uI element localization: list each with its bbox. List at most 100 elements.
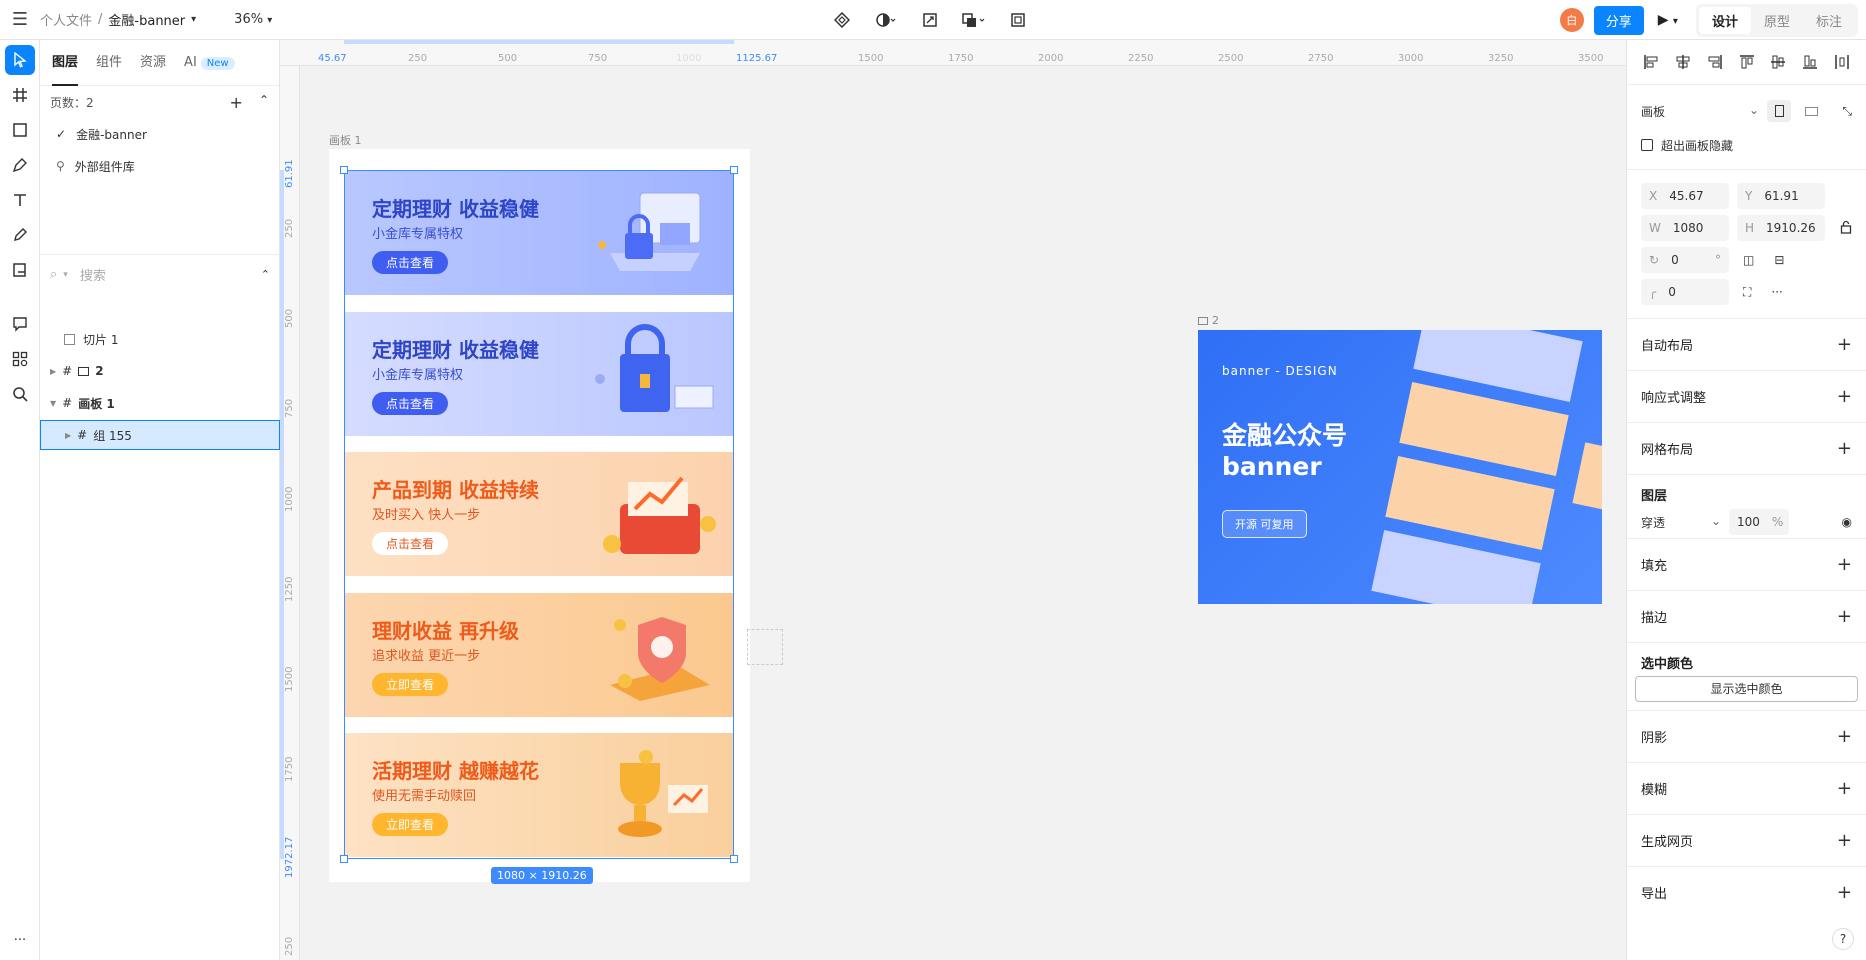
add-icon[interactable]: + xyxy=(1837,554,1852,575)
add-icon[interactable]: + xyxy=(1837,778,1852,799)
frame-tool-icon[interactable] xyxy=(5,80,35,110)
tab-ai[interactable]: AI New xyxy=(184,40,235,86)
frame-type-select[interactable]: 画板 ⌄ xyxy=(1641,103,1759,120)
banner-3[interactable]: 产品到期 收益持续 及时买入 快人一步 点击查看 xyxy=(344,452,734,576)
tab-prototype[interactable]: 原型 xyxy=(1751,7,1803,34)
canvas[interactable]: 45.67 250 500 750 1000 1125.67 1500 1750… xyxy=(280,40,1626,960)
banner-5[interactable]: 活期理财 越赚越花 使用无需手动赎回 立即查看 xyxy=(344,733,734,857)
tab-annotate[interactable]: 标注 xyxy=(1803,7,1855,34)
layer-board1[interactable]: ▼ # 画板 1 xyxy=(40,388,280,418)
hamburger-menu-icon[interactable]: ☰ xyxy=(0,0,40,40)
responsive-section[interactable]: 响应式调整 + xyxy=(1627,370,1866,422)
chevron-down-icon[interactable]: ▾ xyxy=(191,14,196,25)
move-tool-icon[interactable] xyxy=(5,45,35,75)
eye-icon[interactable]: ◉ xyxy=(1842,515,1852,529)
add-icon[interactable]: + xyxy=(1837,438,1852,459)
stroke-section[interactable]: 描边 + xyxy=(1627,590,1866,642)
board2-cover[interactable]: banner - DESIGN 金融公众号 banner 开源 可复用 xyxy=(1198,330,1602,604)
frame-icon[interactable] xyxy=(1004,6,1032,34)
collapse-all-icon[interactable]: ⌃ xyxy=(261,268,270,281)
independent-corners-icon[interactable]: ⛶ xyxy=(1743,285,1751,300)
play-icon[interactable]: ▶ ▾ xyxy=(1658,12,1678,28)
more-options-icon[interactable]: ··· xyxy=(1771,285,1782,299)
layer-group155[interactable]: ▶ # 组 155 xyxy=(40,420,280,450)
placeholder-frame[interactable] xyxy=(747,629,783,665)
tab-layers[interactable]: 图层 xyxy=(52,40,79,86)
clip-checkbox[interactable] xyxy=(1641,139,1653,151)
align-middle-v-icon[interactable] xyxy=(1768,52,1788,72)
breadcrumb-root[interactable]: 个人文件 xyxy=(40,10,92,29)
resize-icon[interactable] xyxy=(916,6,944,34)
tab-design[interactable]: 设计 xyxy=(1698,6,1751,34)
align-left-icon[interactable] xyxy=(1641,52,1661,72)
expand-icon[interactable]: ▼ xyxy=(50,399,56,408)
lock-ratio-icon[interactable] xyxy=(1840,220,1852,237)
align-right-icon[interactable] xyxy=(1705,52,1725,72)
component-icon[interactable] xyxy=(828,6,856,34)
expand-icon[interactable]: ▶ xyxy=(65,431,71,440)
w-field[interactable]: W 1080 xyxy=(1641,215,1729,241)
show-selection-color-button[interactable]: 显示选中颜色 xyxy=(1635,676,1858,702)
layer-group2[interactable]: ▶ # 2 xyxy=(40,356,280,386)
text-tool-icon[interactable] xyxy=(5,185,35,215)
page-item-banner[interactable]: ✓ 金融-banner xyxy=(40,118,279,150)
flip-vertical-icon[interactable]: ⊟ xyxy=(1774,253,1784,267)
add-icon[interactable]: + xyxy=(1837,882,1852,903)
pen-tool-icon[interactable] xyxy=(5,150,35,180)
blur-section[interactable]: 模糊 + xyxy=(1627,762,1866,814)
h-field[interactable]: H 1910.26 xyxy=(1737,215,1825,241)
layer-slice[interactable]: 切片 1 xyxy=(40,324,280,354)
fill-section[interactable]: 填充 + xyxy=(1627,538,1866,590)
align-bottom-icon[interactable] xyxy=(1800,52,1820,72)
y-field[interactable]: Y 61.91 xyxy=(1737,183,1825,209)
slice-tool-icon[interactable] xyxy=(5,255,35,285)
blend-select[interactable]: 穿透 ⌄ xyxy=(1641,514,1721,531)
banner-4[interactable]: 理财收益 再升级 追求收益 更近一步 立即查看 xyxy=(344,593,734,717)
add-icon[interactable]: + xyxy=(1837,606,1852,627)
boolean-icon[interactable] xyxy=(960,6,988,34)
page-item-lib[interactable]: ⚲ 外部组件库 xyxy=(40,150,279,182)
opacity-field[interactable]: 100% xyxy=(1729,509,1789,535)
shadow-section[interactable]: 阴影 + xyxy=(1627,710,1866,762)
flip-horizontal-icon[interactable]: ◫ xyxy=(1743,253,1754,267)
search-input[interactable]: 搜索 xyxy=(80,265,106,284)
align-top-icon[interactable] xyxy=(1737,52,1757,72)
auto-layout-section[interactable]: 自动布局 + xyxy=(1627,318,1866,370)
fit-content-icon[interactable]: ⤡ xyxy=(1842,104,1852,119)
rectangle-tool-icon[interactable] xyxy=(5,115,35,145)
banner-2[interactable]: 定期理财 收益稳健 小金库专属特权 点击查看 xyxy=(344,312,734,436)
distribute-icon[interactable] xyxy=(1832,52,1852,72)
comment-tool-icon[interactable] xyxy=(5,309,35,339)
tab-assets[interactable]: 资源 xyxy=(140,40,166,86)
clip-content-row[interactable]: 超出画板隐藏 xyxy=(1627,133,1866,157)
add-page-icon[interactable]: + xyxy=(230,93,243,112)
mask-icon[interactable] xyxy=(872,6,900,34)
expand-icon[interactable]: ▶ xyxy=(50,367,56,376)
plugins-icon[interactable] xyxy=(5,344,35,374)
banner-1[interactable]: 定期理财 收益稳健 小金库专属特权 点击查看 xyxy=(344,171,734,295)
avatar[interactable]: 白 xyxy=(1559,8,1584,32)
align-center-h-icon[interactable] xyxy=(1673,52,1693,72)
landscape-icon[interactable] xyxy=(1799,100,1823,122)
rotation-field[interactable]: ↻ 0 ° xyxy=(1641,247,1729,273)
breadcrumb-file[interactable]: 金融-banner xyxy=(108,10,185,29)
add-icon[interactable]: + xyxy=(1837,830,1852,851)
zoom-select[interactable]: 36% ▾ xyxy=(234,12,272,27)
board2-label[interactable]: 2 xyxy=(1198,314,1219,327)
collapse-pages-icon[interactable]: ⌃ xyxy=(259,93,269,112)
export-section[interactable]: 导出 + xyxy=(1627,866,1866,918)
generate-web-section[interactable]: 生成网页 + xyxy=(1627,814,1866,866)
help-icon[interactable]: ? xyxy=(1832,928,1854,950)
search-tool-icon[interactable] xyxy=(5,379,35,409)
layer-search[interactable]: ⌕ ▾ 搜索 ⌃ xyxy=(40,254,280,294)
board1-label[interactable]: 画板 1 xyxy=(329,132,362,148)
more-tools-icon[interactable]: ··· xyxy=(5,925,35,955)
grid-section[interactable]: 网格布局 + xyxy=(1627,422,1866,474)
x-field[interactable]: X 45.67 xyxy=(1641,183,1729,209)
portrait-icon[interactable] xyxy=(1767,100,1791,122)
add-icon[interactable]: + xyxy=(1837,386,1852,407)
tab-components[interactable]: 组件 xyxy=(96,40,122,86)
radius-field[interactable]: ╭ 0 xyxy=(1641,279,1729,305)
pencil-tool-icon[interactable] xyxy=(5,220,35,250)
add-icon[interactable]: + xyxy=(1837,726,1852,747)
